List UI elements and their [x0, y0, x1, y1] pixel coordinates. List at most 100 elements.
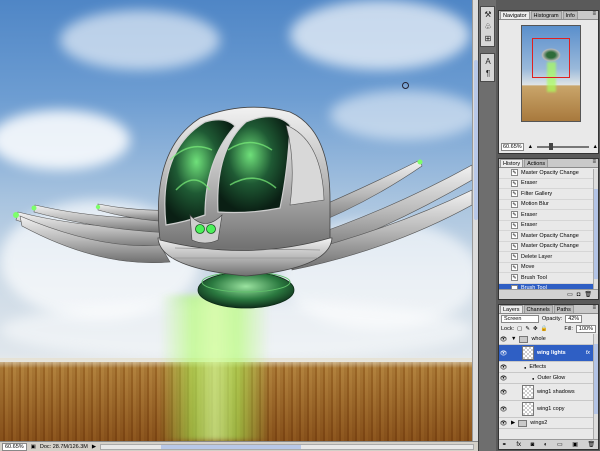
tab-layers[interactable]: Layers — [500, 305, 523, 313]
history-item[interactable]: ✎ Move — [499, 263, 598, 273]
layer-row[interactable]: 👁 wing lights fx — [499, 345, 598, 362]
lock-all-icon[interactable]: 🔒 — [541, 326, 548, 332]
layer-name: wing1 copy — [537, 406, 565, 412]
history-item-label: Delete Layer — [521, 253, 553, 260]
history-step-icon: ✎ — [511, 242, 518, 250]
status-menu-arrow-icon[interactable]: ▶ — [92, 444, 96, 450]
history-item[interactable]: ✎ Master Opacity Change — [499, 242, 598, 252]
lock-transparency-icon[interactable]: ▢ — [517, 326, 522, 332]
visibility-eye-icon[interactable]: 👁 — [499, 336, 508, 343]
tab-history[interactable]: History — [500, 159, 524, 167]
effect-eye-icon[interactable]: ● — [524, 365, 526, 370]
lock-move-icon[interactable]: ✥ — [533, 326, 538, 332]
history-item[interactable]: ✎ Eraser — [499, 221, 598, 231]
zoom-out-icon[interactable]: ▲ — [528, 144, 533, 150]
history-item[interactable]: ✎ Filter Gallery — [499, 189, 598, 200]
brush-cursor — [402, 82, 409, 89]
history-tabbar: History Actions ≡ — [499, 159, 598, 168]
history-step-icon: ✎ — [511, 253, 518, 261]
history-item-label: Motion Blur — [521, 201, 549, 208]
trash-icon[interactable]: 🗑 — [584, 291, 592, 298]
fx-badge[interactable]: fx — [586, 350, 590, 356]
zoom-in-icon[interactable]: ▲ — [593, 144, 598, 150]
panel-menu-icon[interactable]: ≡ — [592, 11, 596, 17]
scroll-thumb[interactable] — [594, 344, 598, 414]
zoom-level[interactable]: 60.65% — [2, 442, 27, 451]
layer-thumbnail[interactable] — [522, 385, 534, 399]
layer-list: 👁 ▼ whole 👁 wing lights fx 👁 ● Effects 👁 ● Outer Gl… — [499, 334, 598, 429]
zoom-slider-knob[interactable] — [549, 143, 554, 150]
tab-info[interactable]: Info — [562, 11, 578, 19]
navigator-zoom-value[interactable]: 60.65% — [501, 143, 524, 151]
group-toggle-icon[interactable]: ▶ — [511, 420, 515, 426]
history-panel: History Actions ≡ ✎ Master Opacity Change… — [498, 158, 599, 300]
opacity-field[interactable]: 42% — [565, 315, 583, 323]
visibility-eye-icon[interactable]: 👁 — [499, 364, 508, 371]
new-document-icon[interactable]: ▭ — [567, 291, 573, 298]
panel-menu-icon[interactable]: ≡ — [592, 159, 596, 165]
history-item-label: Master Opacity Change — [521, 232, 579, 239]
tab-navigator[interactable]: Navigator — [500, 11, 530, 19]
history-scrollbar[interactable] — [593, 169, 598, 289]
tab-histogram[interactable]: Histogram — [530, 11, 562, 19]
group-toggle-icon[interactable]: ▼ — [511, 336, 516, 342]
opacity-label: Opacity: — [542, 316, 563, 322]
tab-actions[interactable]: Actions — [524, 159, 549, 167]
new-layer-icon[interactable]: ▣ — [572, 441, 578, 448]
lock-brush-icon[interactable]: ✎ — [525, 326, 530, 332]
navigator-view-box[interactable] — [532, 38, 570, 78]
layer-row[interactable]: 👁 ▶ wings2 — [499, 418, 598, 429]
visibility-eye-icon[interactable]: 👁 — [499, 406, 508, 413]
navigator-zoom-row: 60.65% ▲ ▲ — [501, 143, 598, 151]
status-icon[interactable]: ▣ — [31, 444, 36, 450]
fill-label: Fill: — [564, 326, 573, 332]
layer-thumbnail[interactable] — [522, 402, 534, 416]
history-item[interactable]: ✎ Motion Blur — [499, 200, 598, 210]
effect-eye-icon[interactable]: ● — [532, 376, 534, 381]
trash-icon[interactable]: 🗑 — [588, 441, 596, 448]
visibility-eye-icon[interactable]: 👁 — [499, 350, 508, 357]
puppet-icon[interactable]: ⊞ — [481, 33, 495, 44]
layers-scrollbar[interactable] — [593, 334, 598, 439]
clone-icon[interactable]: ♧ — [481, 21, 495, 32]
history-item-label: Filter Gallery — [521, 190, 553, 197]
paragraph-icon[interactable]: ¶ — [481, 68, 495, 79]
visibility-eye-icon[interactable]: 👁 — [499, 375, 508, 382]
visibility-eye-icon[interactable]: 👁 — [499, 420, 508, 427]
adjustment-icon[interactable]: ◐ — [544, 442, 548, 448]
layer-row[interactable]: 👁 ● Outer Glow — [499, 373, 598, 384]
photoshop-window: 60.65% ▣ Doc: 28.7M/126.3M ▶ ⚒ ♧ ⊞ A ¶ N… — [0, 0, 600, 451]
link-layers-icon[interactable]: ⚭ — [502, 441, 507, 448]
fill-field[interactable]: 100% — [575, 325, 596, 333]
new-group-icon[interactable]: ▭ — [557, 441, 563, 448]
layer-row[interactable]: 👁 wing1 copy — [499, 401, 598, 418]
layer-row[interactable]: 👁 ▼ whole — [499, 334, 598, 345]
panel-menu-icon[interactable]: ≡ — [592, 305, 596, 311]
history-item[interactable]: ✎ Eraser — [499, 179, 598, 189]
layer-name: wing lights — [537, 350, 566, 356]
tab-paths[interactable]: Paths — [553, 305, 574, 313]
tab-channels[interactable]: Channels — [523, 305, 553, 313]
zoom-slider[interactable] — [537, 143, 589, 150]
history-item[interactable]: ✎ Delete Layer — [499, 252, 598, 263]
mask-icon[interactable]: ◙ — [531, 442, 535, 448]
navigator-thumbnail[interactable] — [521, 25, 581, 122]
scroll-thumb[interactable] — [594, 189, 598, 279]
visibility-eye-icon[interactable]: 👁 — [499, 389, 508, 396]
canvas-horizontal-scrollbar[interactable] — [100, 443, 474, 450]
history-item[interactable]: ✎Brush Tool — [499, 273, 598, 284]
layer-row[interactable]: 👁 wing1 shadows — [499, 384, 598, 401]
layer-row[interactable]: 👁 ● Effects — [499, 362, 598, 373]
history-item[interactable]: ✎ Master Opacity Change — [499, 231, 598, 242]
snapshot-icon[interactable]: ◘ — [577, 292, 581, 298]
fx-icon[interactable]: fx — [516, 442, 521, 448]
blend-mode-select[interactable]: Screen — [501, 315, 539, 323]
layer-name: wing1 shadows — [537, 389, 575, 395]
history-item[interactable]: ✎ Eraser — [499, 210, 598, 221]
scroll-thumb[interactable] — [161, 444, 302, 449]
history-item[interactable]: ✎ Master Opacity Change — [499, 168, 598, 179]
layer-thumbnail[interactable] — [522, 346, 534, 360]
type-icon[interactable]: A — [481, 56, 495, 67]
document-canvas[interactable] — [0, 0, 472, 441]
arrange-icon[interactable]: ⚒ — [481, 9, 495, 20]
